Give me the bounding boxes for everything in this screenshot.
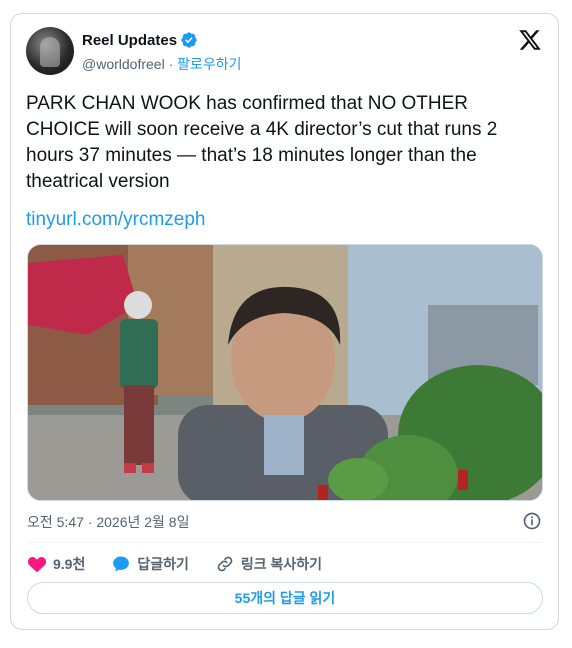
author-handle[interactable]: @worldofreel xyxy=(82,56,165,72)
link-icon xyxy=(217,556,233,572)
reply-label: 답글하기 xyxy=(137,556,189,572)
reply-button[interactable]: 답글하기 xyxy=(111,554,189,574)
tweet-actions: 9.9천 답글하기 링크 복사하기 xyxy=(27,550,348,578)
heart-icon xyxy=(27,556,47,573)
like-count: 9.9천 xyxy=(53,556,86,572)
divider xyxy=(27,542,542,543)
like-button[interactable]: 9.9천 xyxy=(27,554,85,574)
author-handle-row: @worldofreel · 팔로우하기 xyxy=(82,54,242,74)
tweet-text: PARK CHAN WOOK has confirmed that NO OTH… xyxy=(26,93,498,192)
avatar[interactable] xyxy=(26,27,74,75)
x-logo-icon[interactable] xyxy=(518,28,542,52)
follow-button[interactable]: 팔로우하기 xyxy=(177,56,241,72)
read-replies-button[interactable]: 55개의 답글 읽기 xyxy=(27,582,543,614)
verified-badge-icon xyxy=(181,32,197,48)
reply-bubble-icon xyxy=(113,556,130,572)
info-icon[interactable] xyxy=(522,511,542,531)
copy-link-label: 링크 복사하기 xyxy=(240,556,323,572)
separator-dot: · xyxy=(168,56,174,72)
author-name[interactable]: Reel Updates xyxy=(82,32,177,49)
tweet-media-image[interactable] xyxy=(27,244,543,501)
copy-link-button[interactable]: 링크 복사하기 xyxy=(215,554,322,574)
tweet-link[interactable]: tinyurl.com/yrcmzeph xyxy=(26,209,206,231)
author-name-row: Reel Updates xyxy=(82,31,198,49)
movie-still-image xyxy=(28,245,542,500)
tweet-timestamp[interactable]: 오전 5:47 · 2026년 2월 8일 xyxy=(27,512,189,532)
tweet-card: Reel Updates @worldofreel · 팔로우하기 PARK C… xyxy=(10,13,559,630)
